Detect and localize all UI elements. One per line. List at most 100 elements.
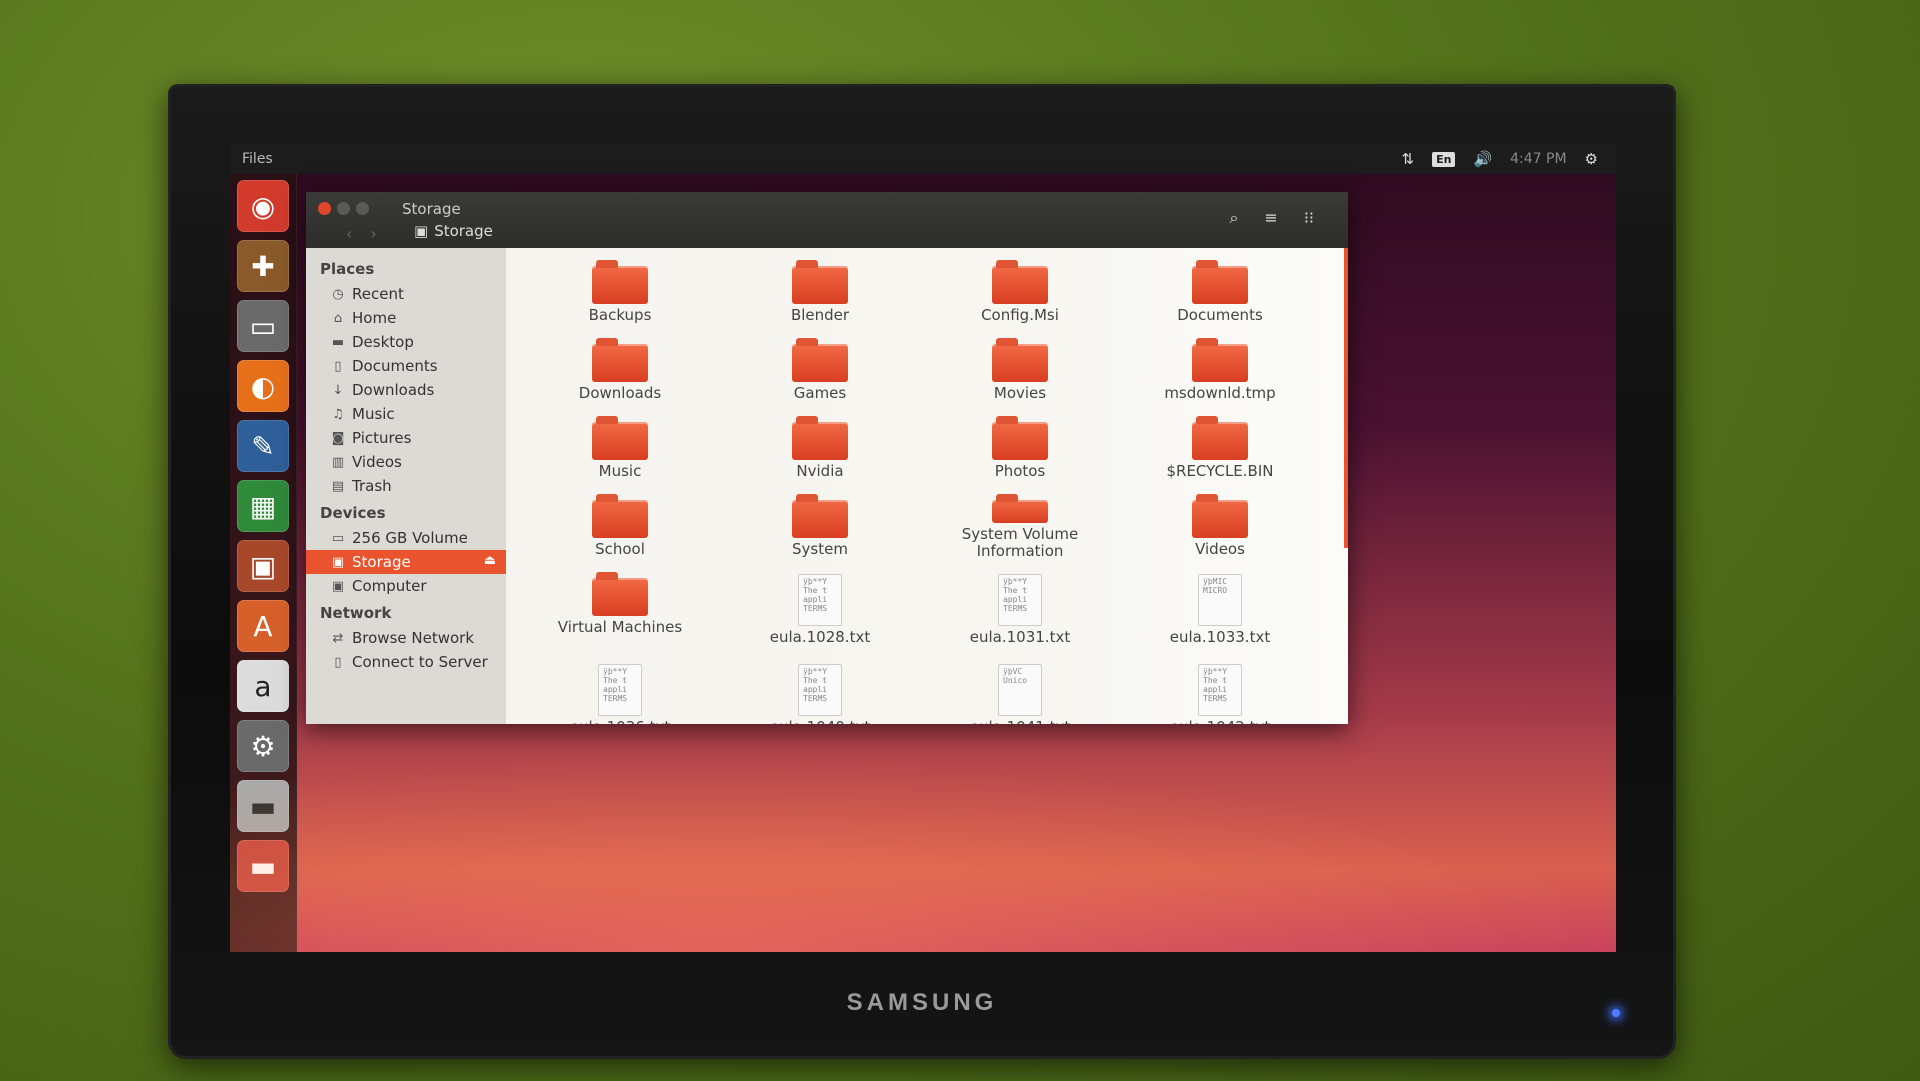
- sidebar-item-connect-to-server[interactable]: ▯ Connect to Server: [306, 650, 506, 674]
- top-panel: Files ⇅ En 🔊 4:47 PM ⚙: [230, 144, 1616, 174]
- folder-item[interactable]: Config.Msi: [920, 260, 1120, 326]
- folder-item[interactable]: Blender: [720, 260, 920, 326]
- server-icon: ▯: [334, 654, 342, 670]
- file-item[interactable]: ÿþ**Y The t appli TERMS eula.1028.txt: [720, 574, 920, 650]
- close-button[interactable]: [318, 202, 331, 215]
- file-view[interactable]: Backups Blender Config.Msi Documents Downloa…: [506, 248, 1348, 724]
- folder-item[interactable]: Backups: [520, 260, 720, 326]
- film-icon: ▥: [331, 454, 345, 470]
- back-button[interactable]: ‹: [346, 224, 352, 243]
- trash-icon: ▤: [331, 478, 345, 494]
- sidebar-item-documents[interactable]: ▯ Documents: [306, 354, 506, 378]
- music-icon: ♫: [332, 406, 344, 422]
- text-file-icon: ÿþ**Y The t appli TERMS: [798, 574, 842, 626]
- gear-icon[interactable]: ⚙: [1585, 150, 1598, 168]
- sidebar-item-computer[interactable]: ▣ Computer: [306, 574, 506, 598]
- rescue-app-icon[interactable]: ✚: [237, 240, 289, 292]
- grid-view-icon[interactable]: ⁝⁝: [1304, 208, 1314, 228]
- file-label: Games: [793, 384, 847, 402]
- list-view-icon[interactable]: ≡: [1264, 208, 1277, 228]
- folder-item[interactable]: Games: [720, 338, 920, 404]
- maximize-button[interactable]: [356, 202, 369, 215]
- clock[interactable]: 4:47 PM: [1510, 151, 1566, 167]
- file-item[interactable]: ÿþ**Y The t appli TERMS eula.1031.txt: [920, 574, 1120, 650]
- folder-item[interactable]: Nvidia: [720, 416, 920, 482]
- software-center-icon[interactable]: A: [237, 600, 289, 652]
- scrollbar[interactable]: [1344, 248, 1348, 548]
- folder-item[interactable]: Movies: [920, 338, 1120, 404]
- folder-item[interactable]: Virtual Machines: [520, 572, 720, 638]
- sidebar-item-desktop[interactable]: ▬ Desktop: [306, 330, 506, 354]
- folder-icon: [592, 572, 648, 616]
- libreoffice-calc-icon[interactable]: ▦: [237, 480, 289, 532]
- folder-item[interactable]: msdownld.tmp: [1120, 338, 1320, 404]
- folder-item[interactable]: System Volume Information: [920, 494, 1120, 560]
- file-label: Config.Msi: [981, 306, 1059, 324]
- window-titlebar[interactable]: Storage ‹ › ▣ Storage ⌕ ≡ ⁝⁝: [306, 192, 1348, 248]
- file-item[interactable]: ÿþVC Unico eula.1041.txt: [920, 664, 1120, 724]
- sidebar-item-label: Desktop: [352, 333, 414, 351]
- system-settings-icon[interactable]: ⚙: [237, 720, 289, 772]
- keyboard-language-indicator[interactable]: En: [1432, 151, 1456, 167]
- monitor-bezel: Files ⇅ En 🔊 4:47 PM ⚙ ◉ ✚ ▭ ◐ ✎ ▦ ▣ A a…: [168, 84, 1676, 1059]
- sidebar-item-recent[interactable]: ◷ Recent: [306, 282, 506, 306]
- files-app-icon[interactable]: ▭: [237, 300, 289, 352]
- folder-icon: [992, 260, 1048, 304]
- eject-icon[interactable]: ⏏: [484, 553, 496, 568]
- sidebar-item-label: Documents: [352, 357, 438, 375]
- folder-item[interactable]: School: [520, 494, 720, 560]
- search-icon[interactable]: ⌕: [1229, 208, 1238, 228]
- file-label: eula.1033.txt: [1169, 628, 1271, 646]
- folder-icon: [592, 260, 648, 304]
- file-item[interactable]: ÿþ**Y The t appli TERMS eula.1042.txt: [1120, 664, 1320, 724]
- amazon-icon[interactable]: a: [237, 660, 289, 712]
- file-item[interactable]: ÿþ**Y The t appli TERMS eula.1036.txt: [520, 664, 720, 724]
- sidebar-item-home[interactable]: ⌂ Home: [306, 306, 506, 330]
- folder-item[interactable]: System: [720, 494, 920, 560]
- volume-icon[interactable]: 🔊: [1473, 150, 1492, 168]
- path-bar-button[interactable]: ▣ Storage: [414, 222, 493, 240]
- file-label: Videos: [1195, 540, 1245, 558]
- dash-home-icon[interactable]: ◉: [237, 180, 289, 232]
- forward-button[interactable]: ›: [370, 224, 376, 243]
- folder-item[interactable]: Documents: [1120, 260, 1320, 326]
- file-label: eula.1040.txt: [770, 719, 870, 725]
- text-file-icon: ÿþ**Y The t appli TERMS: [1198, 664, 1242, 716]
- file-label: Downloads: [578, 384, 662, 402]
- sidebar-item-downloads[interactable]: ↓ Downloads: [306, 378, 506, 402]
- sidebar-item-videos[interactable]: ▥ Videos: [306, 450, 506, 474]
- firefox-icon[interactable]: ◐: [237, 360, 289, 412]
- drive-icon[interactable]: ▬: [237, 780, 289, 832]
- sidebar-item-trash[interactable]: ▤ Trash: [306, 474, 506, 498]
- sidebar-item-256gb-volume[interactable]: ▭ 256 GB Volume: [306, 526, 506, 550]
- folder-item[interactable]: Videos: [1120, 494, 1320, 560]
- folder-icon: [592, 494, 648, 538]
- sidebar: Places ◷ Recent ⌂ Home ▬ Desktop ▯ Documents…: [306, 248, 506, 724]
- sidebar-item-label: Downloads: [352, 381, 435, 399]
- sidebar-item-label: Recent: [352, 285, 404, 303]
- sidebar-item-pictures[interactable]: ◙ Pictures: [306, 426, 506, 450]
- file-label: System: [792, 540, 848, 558]
- file-item[interactable]: ÿþ**Y The t appli TERMS eula.1040.txt: [720, 664, 920, 724]
- sidebar-item-storage[interactable]: ▣ Storage ⏏: [306, 550, 506, 574]
- folder-item[interactable]: Photos: [920, 416, 1120, 482]
- network-icon: ⇄: [332, 630, 344, 646]
- folder-icon: [992, 416, 1048, 460]
- sidebar-item-music[interactable]: ♫ Music: [306, 402, 506, 426]
- file-item[interactable]: ÿþMIC MICRO eula.1033.txt: [1120, 574, 1320, 650]
- app-menu-title[interactable]: Files: [242, 151, 273, 167]
- network-icon[interactable]: ⇅: [1402, 150, 1415, 168]
- file-label: eula.1028.txt: [769, 628, 871, 646]
- sidebar-header-places: Places: [320, 260, 375, 278]
- folder-item[interactable]: $RECYCLE.BIN: [1120, 416, 1320, 482]
- minimize-button[interactable]: [337, 202, 350, 215]
- folder-icon: [792, 338, 848, 382]
- folder-item[interactable]: Downloads: [520, 338, 720, 404]
- power-led: [1612, 1009, 1620, 1017]
- file-label: Documents: [1177, 306, 1263, 324]
- sidebar-item-browse-network[interactable]: ⇄ Browse Network: [306, 626, 506, 650]
- libreoffice-writer-icon[interactable]: ✎: [237, 420, 289, 472]
- folder-item[interactable]: Music: [520, 416, 720, 482]
- drive-icon-2[interactable]: ▬: [237, 840, 289, 892]
- libreoffice-impress-icon[interactable]: ▣: [237, 540, 289, 592]
